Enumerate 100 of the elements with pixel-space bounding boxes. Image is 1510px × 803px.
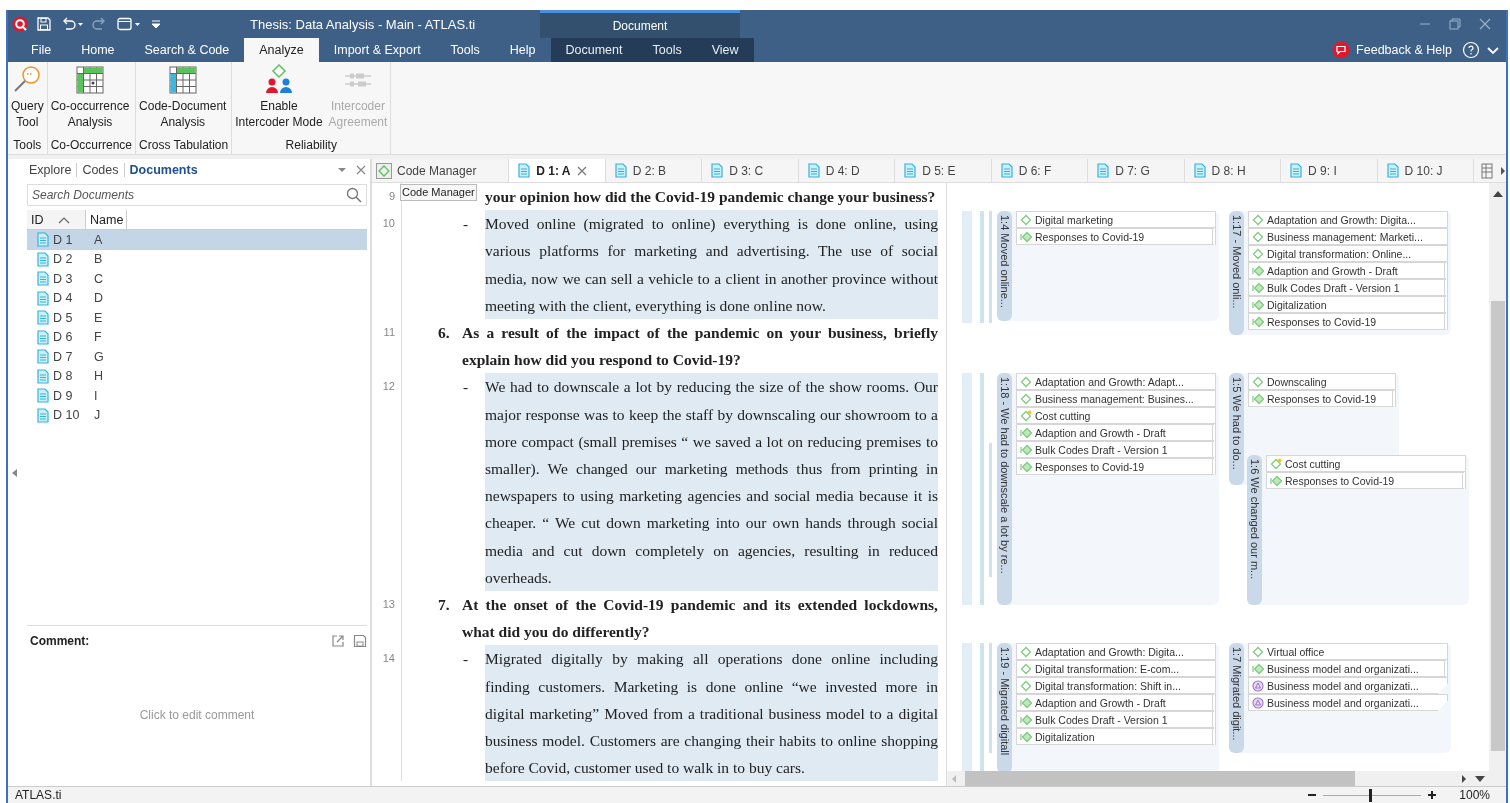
ribbon-tab[interactable]: Import & Export	[318, 38, 436, 62]
code-tag[interactable]: Responses to Covid-19	[1248, 313, 1448, 330]
document-row[interactable]: D 1 A	[27, 230, 367, 250]
document-row[interactable]: D 8 H	[27, 366, 367, 386]
vertical-scrollbar[interactable]	[1489, 183, 1506, 786]
code-tag[interactable]: Business model and organizati...	[1248, 660, 1448, 677]
speech-bubble-icon[interactable]	[1332, 41, 1351, 59]
horizontal-scrollbar[interactable]	[947, 771, 1489, 786]
code-tag[interactable]: Business model and organizati...	[1248, 694, 1448, 711]
code-tag[interactable]: Virtual office	[1248, 643, 1448, 660]
external-link-icon[interactable]	[331, 634, 345, 648]
scroll-right-icon[interactable]	[1461, 773, 1467, 784]
column-header[interactable]: Name	[86, 210, 127, 229]
quotation-label[interactable]: 1:18 - We had to downscale a lot by re...	[997, 373, 1012, 605]
close-icon[interactable]	[1478, 17, 1492, 31]
ribbon-button[interactable]: Co-occurrence Analysis	[47, 64, 133, 136]
code-tag[interactable]: Cost cutting	[1016, 407, 1216, 424]
document-name: G	[93, 349, 104, 364]
code-tag[interactable]: Bulk Codes Draft - Version 1	[1248, 279, 1448, 296]
document-row[interactable]: D 5 E	[27, 308, 367, 328]
ribbon-tab[interactable]: View	[696, 38, 754, 62]
code-tag[interactable]: Adaption and Growth - Draft	[1016, 694, 1216, 711]
code-tag[interactable]: Adaption and Growth - Draft	[1016, 424, 1216, 441]
quotation-label[interactable]: 1:7 Migrated digit...	[1229, 643, 1244, 753]
code-tag[interactable]: Responses to Covid-19	[1248, 390, 1396, 407]
editor-tab[interactable]: D 10: J	[1377, 159, 1475, 182]
document-row[interactable]: D 7 G	[27, 347, 367, 367]
zoom-in-icon[interactable]	[1427, 790, 1438, 800]
ribbon-tab[interactable]: Search & Code	[129, 38, 245, 62]
document-row[interactable]: D 2 B	[27, 249, 367, 269]
scroll-right-icon[interactable]	[1500, 165, 1507, 176]
quotation-label[interactable]: 1:19 - Migrated digitall	[997, 643, 1012, 771]
editor-tab[interactable]: D 8: H	[1184, 159, 1282, 182]
ribbon-tab[interactable]: Analyze	[244, 38, 319, 62]
close-icon[interactable]	[355, 164, 367, 176]
editor-tab[interactable]: D 4: D	[798, 159, 896, 182]
editor-tab[interactable]: D 3: C	[702, 159, 799, 182]
ribbon-tab[interactable]: Home	[66, 38, 130, 62]
ribbon-tab[interactable]: Document	[550, 38, 638, 62]
app-logo-icon[interactable]	[12, 16, 28, 32]
code-tag[interactable]: Digital transformation: Shift in...	[1016, 677, 1216, 694]
editor-tab[interactable]: D 7: G	[1088, 159, 1185, 182]
code-tag[interactable]: Business model and organizati...	[1248, 677, 1448, 694]
quotation-label[interactable]: 1:4 Moved online...	[997, 211, 1012, 321]
editor-tab[interactable]: Code Manager	[372, 159, 510, 182]
document-row[interactable]: D 6 F	[27, 327, 367, 347]
editor-tab[interactable]: D 9: I	[1281, 159, 1378, 182]
code-tag[interactable]: Adaption and Growth - Draft	[1248, 262, 1448, 279]
code-tag[interactable]: Bulk Codes Draft - Version 1	[1016, 441, 1216, 458]
code-tag[interactable]: Digital marketing	[1016, 211, 1216, 228]
code-tag[interactable]: Downscaling	[1248, 373, 1396, 390]
document-row[interactable]: D 9 I	[27, 386, 367, 406]
code-tag[interactable]: Bulk Codes Draft - Version 1	[1016, 711, 1216, 728]
code-tag[interactable]: Cost cutting	[1266, 455, 1466, 472]
document-row[interactable]: D 10 J	[27, 405, 367, 425]
code-tag[interactable]: Adaptation and Growth: Digita...	[1016, 643, 1216, 660]
code-tag[interactable]: Business management: Busines...	[1016, 390, 1216, 407]
editor-tab[interactable]: D 6: F	[991, 159, 1089, 182]
ribbon-tab[interactable]: Tools	[435, 38, 495, 62]
column-header[interactable]: ID	[27, 210, 86, 229]
quotation-label[interactable]: 1:17 - Moved onli...	[1229, 211, 1244, 335]
search-icon[interactable]	[346, 187, 362, 203]
editor-tab[interactable]: D 1: A	[509, 159, 606, 182]
code-tag[interactable]: Digitalization	[1248, 296, 1448, 313]
code-tag[interactable]: Adaptation and Growth: Adapt...	[1016, 373, 1216, 390]
close-icon[interactable]	[577, 165, 588, 176]
ribbon-button[interactable]: Code-Document Analysis	[136, 64, 230, 136]
code-tag[interactable]: Adaptation and Growth: Digita...	[1248, 211, 1448, 228]
ribbon-tab[interactable]: File	[16, 38, 67, 62]
save-icon[interactable]	[353, 634, 367, 648]
quotation-label[interactable]: 1:6 We changed our m...	[1247, 455, 1262, 605]
code-tag[interactable]: Responses to Covid-19	[1016, 228, 1216, 245]
navigator-tab[interactable]: Codes	[77, 163, 125, 177]
dropdown-icon[interactable]	[1475, 775, 1485, 782]
code-tag[interactable]: Business management: Marketi...	[1248, 228, 1448, 245]
document-row[interactable]: D 4 D	[27, 288, 367, 308]
document-row[interactable]: D 3 C	[27, 269, 367, 289]
ribbon-tab[interactable]: Help	[494, 38, 551, 62]
code-tag[interactable]: Digital transformation: Online...	[1248, 245, 1448, 262]
collapse-arrow-icon[interactable]	[11, 467, 19, 478]
code-tag[interactable]: Digitalization	[1016, 728, 1216, 745]
ribbon-button[interactable]: Enable Intercoder Mode	[232, 64, 326, 136]
editor-tab[interactable]: D 5: E	[895, 159, 992, 182]
code-tag[interactable]: Responses to Covid-19	[1016, 458, 1216, 475]
document-icon	[36, 388, 50, 404]
ribbon-button[interactable]: Query Tool	[8, 64, 47, 136]
slider-thumb[interactable]	[1369, 788, 1373, 802]
feedback-link[interactable]: Feedback & Help	[1356, 43, 1452, 57]
ribbon-tab[interactable]: Tools	[637, 38, 697, 62]
tab-list-icon[interactable]	[1480, 162, 1495, 179]
search-field[interactable]: Search Documents	[27, 184, 367, 206]
scroll-up-icon[interactable]	[1492, 191, 1503, 197]
code-tag[interactable]: Responses to Covid-19	[1266, 472, 1466, 489]
code-tag[interactable]: Digital transformation: E-com...	[1016, 660, 1216, 677]
window-icon[interactable]	[116, 16, 142, 32]
navigator-tab[interactable]: Explore	[27, 163, 78, 177]
help-icon[interactable]	[1462, 41, 1480, 59]
navigator-tab[interactable]: Documents	[124, 163, 203, 177]
quotation-label[interactable]: 1:5 We had to do...	[1229, 373, 1244, 485]
editor-tab[interactable]: D 2: B	[605, 159, 703, 182]
